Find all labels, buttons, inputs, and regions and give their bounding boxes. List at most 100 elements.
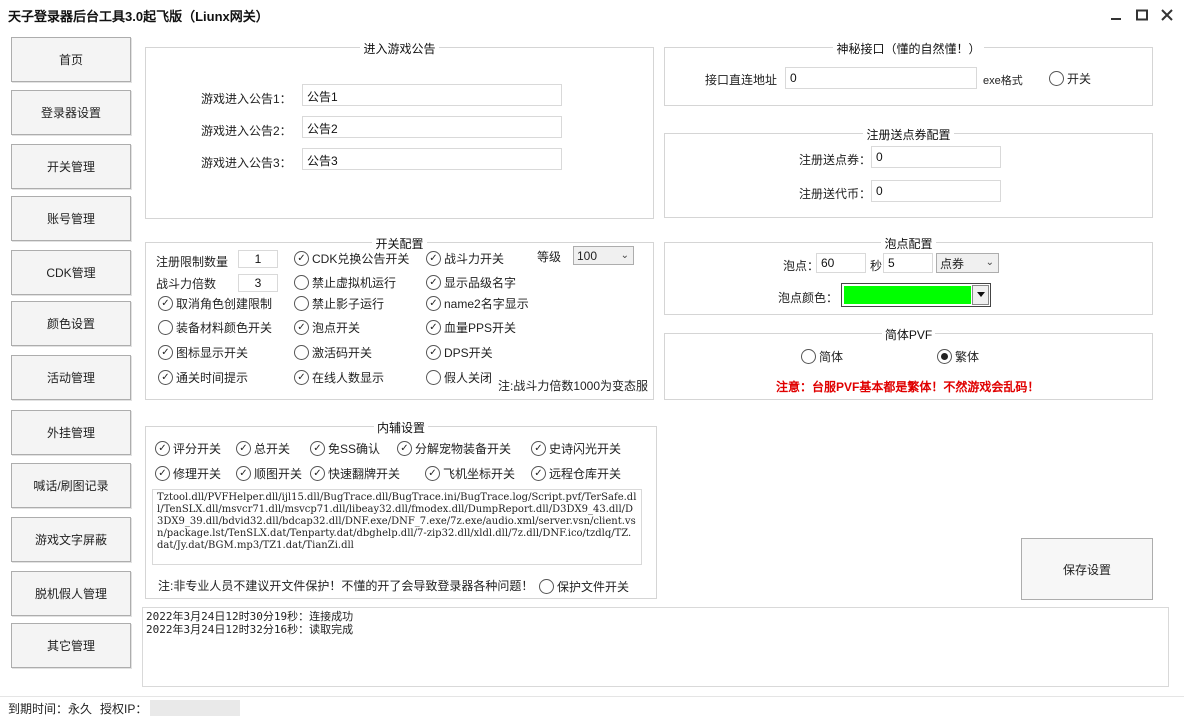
power-mult-input[interactable]: 3: [238, 274, 278, 292]
secret-group: 神秘接口（懂的自然懂！） 接口直连地址 0 exe格式 开关: [664, 42, 1153, 106]
bubble-points-input[interactable]: 60: [816, 253, 866, 273]
switch-option[interactable]: ✓ 通关时间提示: [158, 369, 248, 386]
switch-option[interactable]: ✓ 泡点开关: [294, 319, 360, 336]
radio-icon: [539, 579, 554, 594]
notice-input-1[interactable]: 公告1: [302, 84, 562, 106]
switch-option[interactable]: 禁止虚拟机运行: [294, 274, 396, 291]
check-icon: ✓: [426, 275, 441, 290]
check-icon: ✓: [158, 345, 173, 360]
switch-option[interactable]: 假人关闭: [426, 369, 492, 386]
bubble-sec-input[interactable]: 5: [883, 253, 933, 273]
color-dropdown-button[interactable]: [972, 285, 989, 305]
switch-option[interactable]: 装备材料颜色开关: [158, 319, 272, 336]
minimize-button[interactable]: [1105, 4, 1127, 26]
bubble-unit-select[interactable]: 点券 ⌄: [936, 253, 999, 273]
chevron-down-icon: ⌄: [620, 250, 629, 261]
protect-files-radio[interactable]: 保护文件开关: [539, 578, 629, 595]
inner-option[interactable]: ✓ 修理开关: [155, 465, 221, 482]
inner-option[interactable]: ✓ 免SS确认: [310, 440, 380, 457]
radio-icon: [1049, 71, 1064, 86]
inner-option[interactable]: ✓ 飞机坐标开关: [425, 465, 515, 482]
switch-option[interactable]: ✓ 血量PPS开关: [426, 319, 516, 336]
switch-option[interactable]: 激活码开关: [294, 344, 372, 361]
switch-option[interactable]: ✓ name2名字显示: [426, 295, 529, 312]
register-points-input[interactable]: 0: [871, 146, 1001, 168]
check-icon: ✓: [294, 370, 309, 385]
nav-shout-records[interactable]: 喊话/刷图记录: [11, 463, 131, 508]
register-group: 注册送点券配置 注册送点券： 0 注册送代币： 0: [664, 128, 1153, 218]
register-coins-input[interactable]: 0: [871, 180, 1001, 202]
inner-option[interactable]: ✓ 总开关: [236, 440, 290, 457]
inner-option[interactable]: ✓ 远程仓库开关: [531, 465, 621, 482]
close-button[interactable]: [1156, 4, 1178, 26]
inner-title: 内辅设置: [373, 421, 428, 435]
check-icon: ✓: [425, 466, 440, 481]
level-select[interactable]: 100 ⌄: [573, 246, 634, 265]
notice-input-2[interactable]: 公告2: [302, 116, 562, 138]
register-title: 注册送点券配置: [863, 128, 954, 142]
pvf-warning: 注意：台服PVF基本都是繁体！不然游戏会乱码！: [776, 380, 1040, 394]
check-icon: ✓: [426, 320, 441, 335]
nav-cdk-management[interactable]: CDK管理: [11, 250, 131, 295]
inner-option[interactable]: ✓ 史诗闪光开关: [531, 440, 621, 457]
switch-option[interactable]: ✓ 在线人数显示: [294, 369, 384, 386]
maximize-icon: [1136, 9, 1148, 21]
level-label: 等级: [537, 250, 562, 264]
log-line: 2022年3月24日12时32分16秒：读取完成: [146, 623, 354, 636]
nav-switch-management[interactable]: 开关管理: [11, 144, 131, 189]
caret-down-icon: [976, 292, 985, 297]
switch-option[interactable]: ✓ DPS开关: [426, 344, 493, 361]
switch-option[interactable]: ✓ 取消角色创建限制: [158, 295, 272, 312]
nav-color-settings[interactable]: 颜色设置: [11, 301, 131, 346]
radio-icon: [426, 370, 441, 385]
check-icon: ✓: [531, 466, 546, 481]
maximize-button[interactable]: [1131, 4, 1153, 26]
check-icon: ✓: [294, 251, 309, 266]
expire-value: 永久: [68, 702, 93, 716]
reg-limit-input[interactable]: 1: [238, 250, 278, 268]
nav-text-filter[interactable]: 游戏文字屏蔽: [11, 517, 131, 562]
bubble-color-picker[interactable]: [841, 283, 991, 307]
secret-address-input[interactable]: 0: [785, 67, 977, 89]
switches-group: 开关配置 注册限制数量 1 战斗力倍数 3 等级 100 ⌄ ✓ CDK兑换公告开…: [145, 237, 654, 400]
pvf-traditional-radio[interactable]: 繁体: [937, 348, 979, 365]
inner-option[interactable]: ✓ 评分开关: [155, 440, 221, 457]
nav-cheat-management[interactable]: 外挂管理: [11, 410, 131, 455]
save-button[interactable]: 保存设置: [1021, 538, 1153, 600]
notice-label-2: 游戏进入公告2：: [201, 124, 292, 138]
secret-switch-radio[interactable]: 开关: [1049, 70, 1091, 87]
reg-limit-label: 注册限制数量: [156, 255, 229, 269]
check-icon: ✓: [294, 320, 309, 335]
log-panel: 2022年3月24日12时30分19秒：连接成功 2022年3月24日12时32…: [142, 607, 1169, 687]
inner-option[interactable]: ✓ 分解宠物装备开关: [397, 440, 511, 457]
bubble-group: 泡点配置 泡点： 60 秒 5 点券 ⌄ 泡点颜色：: [664, 237, 1153, 315]
inner-option[interactable]: ✓ 快速翻牌开关: [310, 465, 400, 482]
check-icon: ✓: [310, 466, 325, 481]
nav-launcher-settings[interactable]: 登录器设置: [11, 90, 131, 135]
nav-other-management[interactable]: 其它管理: [11, 623, 131, 668]
notice-input-3[interactable]: 公告3: [302, 148, 562, 170]
status-divider: [0, 696, 1184, 697]
switch-option[interactable]: ✓ 显示品级名字: [426, 274, 516, 291]
switches-note: 注:战斗力倍数1000为变态服: [498, 379, 649, 393]
protected-files-textarea[interactable]: Tztool.dll/PVFHelper.dll/ijl15.dll/BugTr…: [152, 489, 642, 565]
switch-option[interactable]: ✓ 图标显示开关: [158, 344, 248, 361]
check-icon: ✓: [236, 441, 251, 456]
inner-option[interactable]: ✓ 顺图开关: [236, 465, 302, 482]
chevron-down-icon: ⌄: [985, 257, 994, 268]
radio-icon: [158, 320, 173, 335]
check-icon: ✓: [155, 441, 170, 456]
nav-bot-management[interactable]: 脱机假人管理: [11, 571, 131, 616]
nav-account-management[interactable]: 账号管理: [11, 196, 131, 241]
notice-title: 进入游戏公告: [360, 42, 439, 56]
pvf-title: 简体PVF: [881, 328, 936, 342]
switch-option[interactable]: ✓ CDK兑换公告开关: [294, 250, 409, 267]
switch-option[interactable]: 禁止影子运行: [294, 295, 384, 312]
notice-group: 进入游戏公告 游戏进入公告1： 公告1 游戏进入公告2： 公告2 游戏进入公告3…: [145, 42, 654, 219]
switch-option[interactable]: ✓ 战斗力开关: [426, 250, 504, 267]
bubble-label: 泡点：: [783, 259, 820, 273]
check-icon: ✓: [531, 441, 546, 456]
nav-activity-management[interactable]: 活动管理: [11, 355, 131, 400]
nav-home[interactable]: 首页: [11, 37, 131, 82]
pvf-simplified-radio[interactable]: 简体: [801, 348, 843, 365]
